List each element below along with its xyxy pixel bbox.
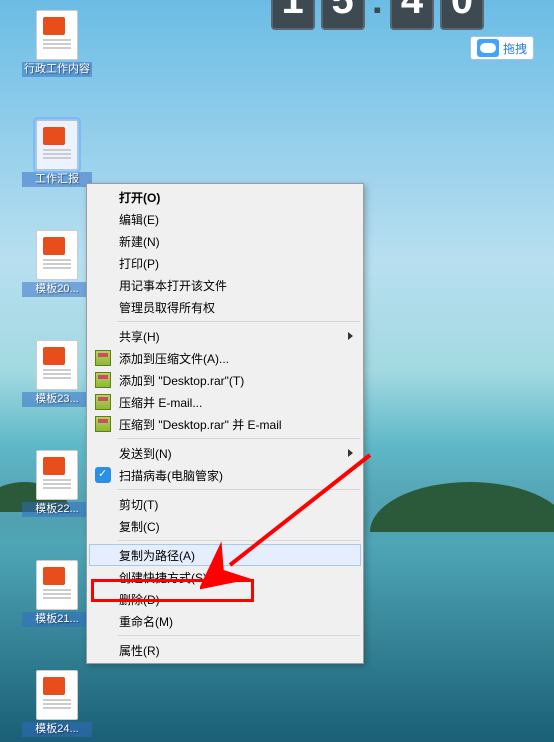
menu-print[interactable]: 打印(P) bbox=[89, 252, 361, 274]
menu-separator bbox=[117, 635, 360, 636]
menu-share[interactable]: 共享(H) bbox=[89, 325, 361, 347]
icon-label: 模板24... bbox=[22, 722, 92, 737]
menu-create-shortcut[interactable]: 创建快捷方式(S) bbox=[89, 566, 361, 588]
menu-send-to[interactable]: 发送到(N) bbox=[89, 442, 361, 464]
menu-separator bbox=[117, 438, 360, 439]
icon-label: 模板22... bbox=[22, 502, 92, 517]
desktop-icon[interactable]: 行政工作内容 bbox=[22, 10, 92, 77]
menu-separator bbox=[117, 489, 360, 490]
icon-label: 行政工作内容 bbox=[22, 62, 92, 77]
desktop-icon[interactable]: 模板24... bbox=[22, 670, 92, 737]
ppt-file-icon bbox=[36, 450, 78, 500]
ppt-file-icon bbox=[36, 560, 78, 610]
menu-edit[interactable]: 编辑(E) bbox=[89, 208, 361, 230]
ppt-file-icon bbox=[36, 670, 78, 720]
menu-separator bbox=[117, 540, 360, 541]
ppt-file-icon bbox=[36, 230, 78, 280]
menu-cut[interactable]: 剪切(T) bbox=[89, 493, 361, 515]
rar-icon bbox=[95, 372, 111, 388]
icon-label: 模板20... bbox=[22, 282, 92, 297]
icon-label: 工作汇报 bbox=[22, 172, 92, 187]
menu-copy[interactable]: 复制(C) bbox=[89, 515, 361, 537]
ppt-file-icon bbox=[36, 340, 78, 390]
menu-properties[interactable]: 属性(R) bbox=[89, 639, 361, 661]
menu-copy-as-path[interactable]: 复制为路径(A) bbox=[89, 544, 361, 566]
menu-delete[interactable]: 删除(D) bbox=[89, 588, 361, 610]
scan-icon bbox=[95, 467, 111, 483]
ppt-file-icon bbox=[36, 10, 78, 60]
rar-icon bbox=[95, 350, 111, 366]
ppt-file-icon bbox=[36, 120, 78, 170]
menu-compress-email[interactable]: 压缩并 E-mail... bbox=[89, 391, 361, 413]
menu-add-desktop-rar[interactable]: 添加到 "Desktop.rar"(T) bbox=[89, 369, 361, 391]
menu-admin-own[interactable]: 管理员取得所有权 bbox=[89, 296, 361, 318]
menu-new[interactable]: 新建(N) bbox=[89, 230, 361, 252]
rar-icon bbox=[95, 394, 111, 410]
menu-separator bbox=[117, 321, 360, 322]
menu-add-archive[interactable]: 添加到压缩文件(A)... bbox=[89, 347, 361, 369]
desktop-icon[interactable]: 模板20... bbox=[22, 230, 92, 297]
rar-icon bbox=[95, 416, 111, 432]
menu-open-notepad[interactable]: 用记事本打开该文件 bbox=[89, 274, 361, 296]
context-menu: 打开(O) 编辑(E) 新建(N) 打印(P) 用记事本打开该文件 管理员取得所… bbox=[86, 183, 364, 664]
menu-compress-desktop-email[interactable]: 压缩到 "Desktop.rar" 并 E-mail bbox=[89, 413, 361, 435]
icon-label: 模板23... bbox=[22, 392, 92, 407]
menu-open[interactable]: 打开(O) bbox=[89, 186, 361, 208]
menu-scan-virus[interactable]: 扫描病毒(电脑管家) bbox=[89, 464, 361, 486]
desktop-icon[interactable]: 工作汇报 bbox=[22, 120, 92, 187]
desktop-icon[interactable]: 模板21... bbox=[22, 560, 92, 627]
menu-rename[interactable]: 重命名(M) bbox=[89, 610, 361, 632]
icon-label: 模板21... bbox=[22, 612, 92, 627]
desktop-icon[interactable]: 模板22... bbox=[22, 450, 92, 517]
desktop-icon[interactable]: 模板23... bbox=[22, 340, 92, 407]
